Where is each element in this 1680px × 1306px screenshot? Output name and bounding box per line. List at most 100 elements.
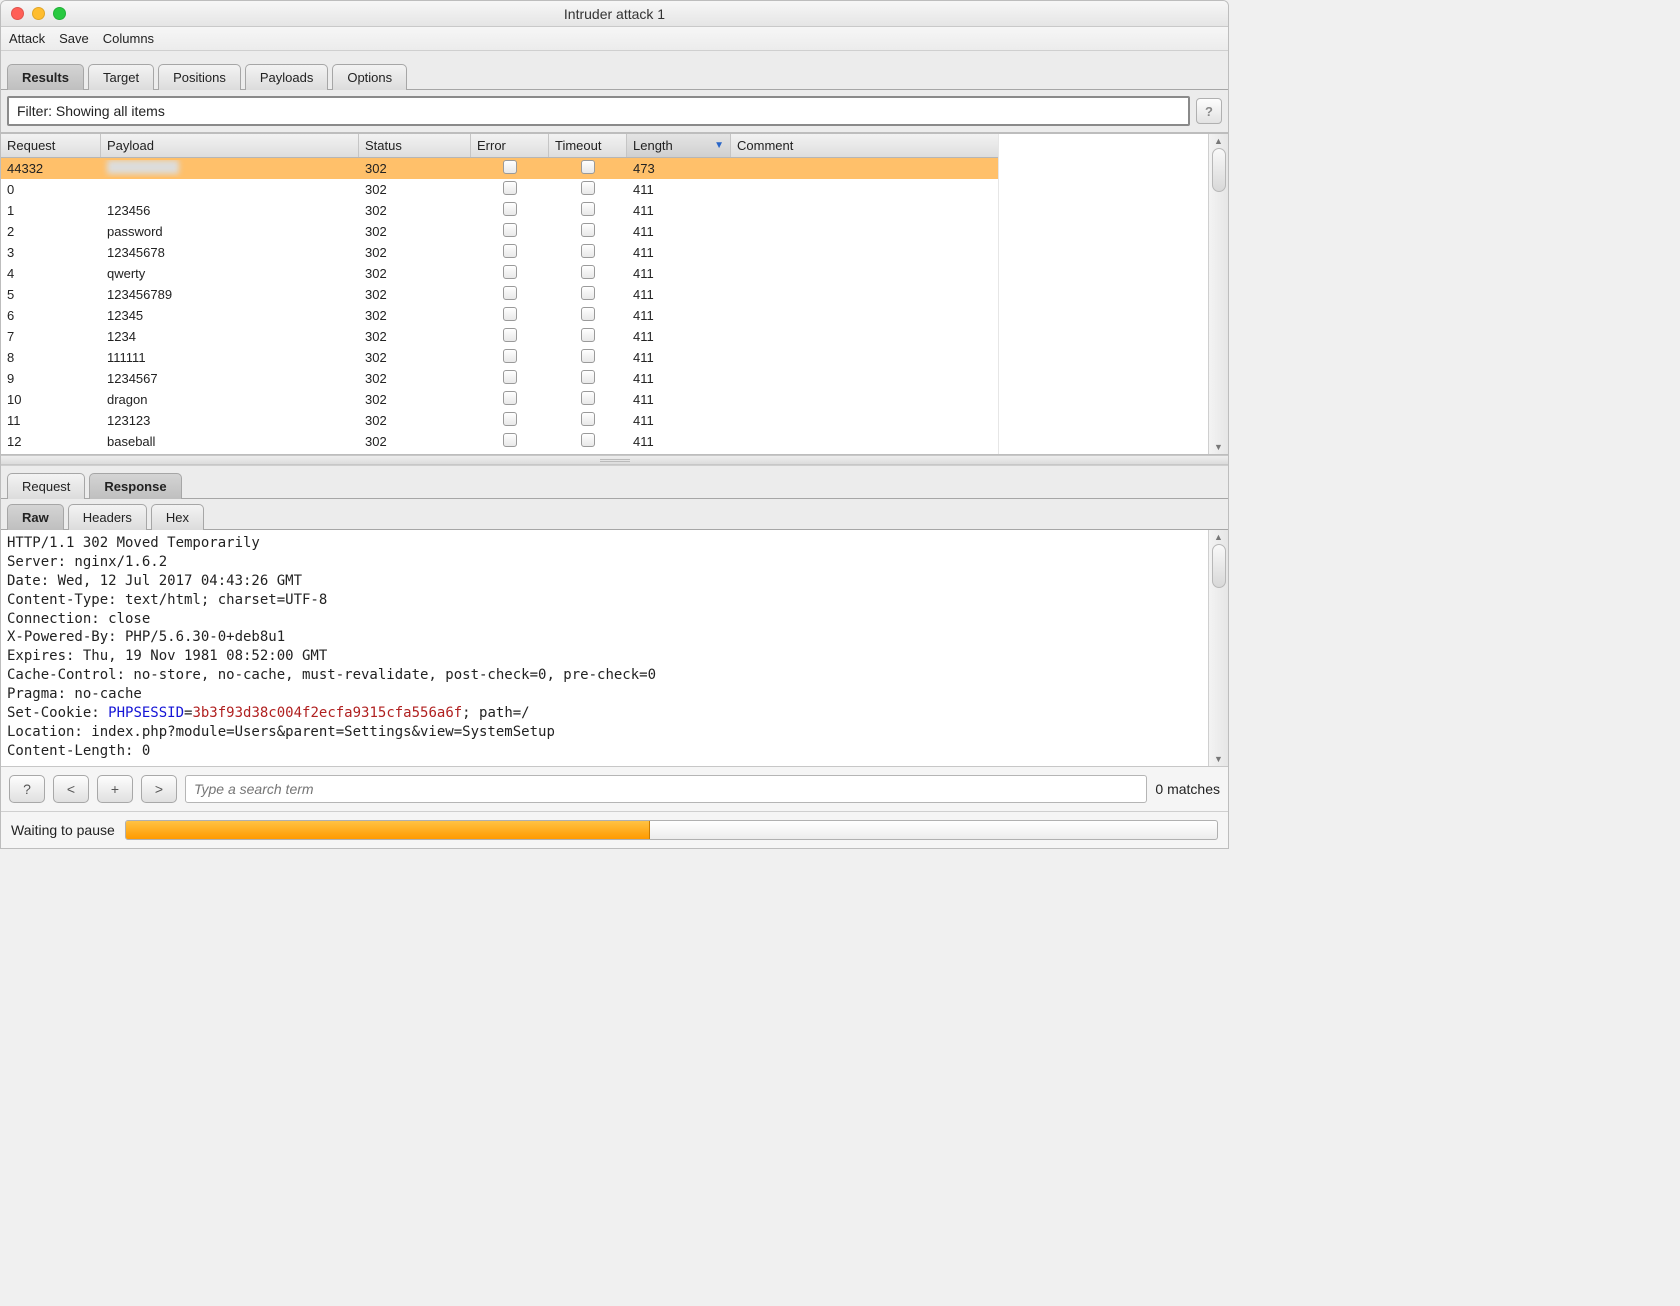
cell-payload: 1234: [101, 329, 359, 344]
menu-save[interactable]: Save: [59, 31, 89, 46]
minimize-icon[interactable]: [32, 7, 45, 20]
table-row[interactable]: 2password302411: [1, 221, 998, 242]
cell-error: [471, 349, 549, 366]
scroll-down-icon[interactable]: ▼: [1214, 442, 1223, 452]
resp-scroll-up-icon[interactable]: ▲: [1214, 532, 1223, 542]
table-row[interactable]: 612345302411: [1, 305, 998, 326]
maximize-icon[interactable]: [53, 7, 66, 20]
resp-cookie-label: Set-Cookie:: [7, 705, 108, 721]
resp-scroll-down-icon[interactable]: ▼: [1214, 754, 1223, 764]
cell-length: 411: [627, 287, 731, 302]
response-scrollbar[interactable]: ▲ ▼: [1208, 530, 1228, 766]
table-row[interactable]: 0302411: [1, 179, 998, 200]
cell-request: 1: [1, 203, 101, 218]
table-scrollbar[interactable]: ▲ ▼: [1208, 134, 1228, 454]
th-status[interactable]: Status: [359, 134, 471, 157]
cell-timeout: [549, 223, 627, 240]
cell-timeout: [549, 349, 627, 366]
tab-results[interactable]: Results: [7, 64, 84, 90]
checkbox-icon: [581, 307, 595, 321]
search-add-button[interactable]: +: [97, 775, 133, 803]
cell-payload: 12345: [101, 308, 359, 323]
checkbox-icon: [581, 328, 595, 342]
cell-status: 302: [359, 413, 471, 428]
subtab-headers[interactable]: Headers: [68, 504, 147, 530]
cell-error: [471, 244, 549, 261]
search-input[interactable]: [185, 775, 1147, 803]
cell-timeout: [549, 412, 627, 429]
th-comment[interactable]: Comment: [731, 134, 986, 157]
checkbox-icon: [503, 265, 517, 279]
table-row[interactable]: 12baseball302411: [1, 431, 998, 452]
cell-payload: baseball: [101, 434, 359, 449]
filter-row: Filter: Showing all items ?: [1, 89, 1228, 133]
th-request[interactable]: Request: [1, 134, 101, 157]
checkbox-icon: [581, 223, 595, 237]
resp-cookie-tail: ; path=/: [462, 705, 529, 721]
tab-payloads[interactable]: Payloads: [245, 64, 328, 90]
resp-scroll-thumb[interactable]: [1212, 544, 1226, 588]
cell-timeout: [549, 265, 627, 282]
table-row[interactable]: 4qwerty302411: [1, 263, 998, 284]
menu-bar: Attack Save Columns: [1, 27, 1228, 51]
tab-options[interactable]: Options: [332, 64, 407, 90]
table-row[interactable]: 71234302411: [1, 326, 998, 347]
search-help-button[interactable]: ?: [9, 775, 45, 803]
th-payload[interactable]: Payload: [101, 134, 359, 157]
filter-help-button[interactable]: ?: [1196, 98, 1222, 124]
close-icon[interactable]: [11, 7, 24, 20]
table-row[interactable]: 10dragon302411: [1, 389, 998, 410]
checkbox-icon: [581, 433, 595, 447]
cell-request: 6: [1, 308, 101, 323]
th-length[interactable]: Length ▼: [627, 134, 731, 157]
cell-request: 11: [1, 413, 101, 428]
table-row[interactable]: 1123456302411: [1, 200, 998, 221]
th-timeout[interactable]: Timeout: [549, 134, 627, 157]
scroll-thumb[interactable]: [1212, 148, 1226, 192]
menu-columns[interactable]: Columns: [103, 31, 154, 46]
th-error[interactable]: Error: [471, 134, 549, 157]
tab-request[interactable]: Request: [7, 473, 85, 499]
table-row[interactable]: 91234567302411: [1, 368, 998, 389]
table-row[interactable]: 312345678302411: [1, 242, 998, 263]
tab-positions[interactable]: Positions: [158, 64, 241, 90]
table-row[interactable]: 11123123302411: [1, 410, 998, 431]
table-row[interactable]: 44332302473: [1, 158, 998, 179]
cell-request: 0: [1, 182, 101, 197]
cell-length: 473: [627, 161, 731, 176]
cell-status: 302: [359, 329, 471, 344]
cell-timeout: [549, 307, 627, 324]
cell-error: [471, 223, 549, 240]
table-row[interactable]: 5123456789302411: [1, 284, 998, 305]
tab-target[interactable]: Target: [88, 64, 154, 90]
menu-attack[interactable]: Attack: [9, 31, 45, 46]
tab-response[interactable]: Response: [89, 473, 181, 499]
checkbox-icon: [503, 433, 517, 447]
response-raw[interactable]: HTTP/1.1 302 Moved Temporarily Server: n…: [1, 530, 1208, 766]
checkbox-icon: [503, 244, 517, 258]
checkbox-icon: [503, 370, 517, 384]
cell-request: 9: [1, 371, 101, 386]
table-row[interactable]: 13abc123302411: [1, 452, 998, 454]
subtab-raw[interactable]: Raw: [7, 504, 64, 530]
checkbox-icon: [581, 244, 595, 258]
checkbox-icon: [503, 391, 517, 405]
cell-status: 302: [359, 371, 471, 386]
filter-box[interactable]: Filter: Showing all items: [7, 96, 1190, 126]
cell-timeout: [549, 202, 627, 219]
scroll-up-icon[interactable]: ▲: [1214, 136, 1223, 146]
pane-splitter[interactable]: [1, 455, 1228, 465]
cell-length: 411: [627, 182, 731, 197]
search-next-button[interactable]: >: [141, 775, 177, 803]
subtab-hex[interactable]: Hex: [151, 504, 204, 530]
table-row[interactable]: 8111111302411: [1, 347, 998, 368]
cell-status: 302: [359, 287, 471, 302]
cell-length: 411: [627, 245, 731, 260]
cell-status: 302: [359, 245, 471, 260]
checkbox-icon: [581, 202, 595, 216]
payload-redacted: [107, 160, 179, 174]
cell-status: 302: [359, 434, 471, 449]
search-prev-button[interactable]: <: [53, 775, 89, 803]
cell-status: 302: [359, 266, 471, 281]
checkbox-icon: [503, 160, 517, 174]
